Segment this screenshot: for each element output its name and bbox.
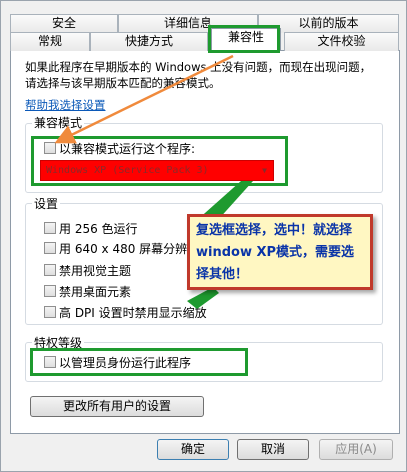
compat-mode-checkbox[interactable] (44, 142, 56, 154)
annotation-callout: 复选框选择，选中！就选择window XP模式，需要选择其他！ (187, 214, 373, 290)
tab-security[interactable]: 安全 (10, 14, 118, 33)
compat-mode-group (25, 123, 383, 193)
tab-compatibility[interactable]: 兼容性 (211, 28, 281, 51)
tab-security-label: 安全 (51, 16, 76, 30)
settings-title: 设置 (32, 195, 61, 212)
properties-dialog: 安全 详细信息 以前的版本 常规 快捷方式 兼容性 文件校验 如果此程序在早期版… (0, 0, 407, 472)
tab-file-checksum-label: 文件校验 (317, 34, 366, 48)
option-640-480-label: 用 640 x 480 屏幕分辨率 (59, 242, 200, 256)
intro-text: 如果此程序在早期版本的 Windows 上没有问题，而现在出现问题，请选择与该早… (25, 60, 372, 90)
option-desktop-composition-label: 禁用桌面元素 (59, 285, 132, 299)
privilege-title: 特权等级 (32, 334, 85, 351)
option-visual-themes-checkbox[interactable] (44, 264, 56, 276)
option-high-dpi-label: 高 DPI 设置时禁用显示缩放 (59, 306, 207, 320)
option-640-480-checkbox[interactable] (44, 242, 56, 254)
option-desktop-composition-checkbox[interactable] (44, 285, 56, 297)
option-256-color-label: 用 256 色运行 (59, 222, 138, 236)
tab-previous-versions-label: 以前的版本 (298, 16, 359, 30)
compat-os-select[interactable]: Windows XP (Service Pack 3) ▼ (40, 160, 274, 181)
tab-details-label: 详细信息 (163, 16, 212, 30)
tab-shortcut[interactable]: 快捷方式 (90, 32, 208, 51)
help-link[interactable]: 帮助我选择设置 (25, 97, 106, 113)
tab-general-label: 常规 (37, 34, 62, 48)
tab-general[interactable]: 常规 (10, 32, 90, 51)
run-as-admin-label: 以管理员身份运行此程序 (59, 356, 192, 370)
tab-file-checksum[interactable]: 文件校验 (284, 32, 399, 51)
chevron-down-icon: ▼ (262, 166, 267, 175)
option-256-color-checkbox[interactable] (44, 222, 56, 234)
option-high-dpi-checkbox[interactable] (44, 306, 56, 318)
compat-mode-title: 兼容模式 (32, 114, 85, 131)
option-visual-themes-label: 禁用视觉主题 (59, 264, 132, 278)
change-all-users-button[interactable]: 更改所有用户的设置 (30, 396, 204, 417)
tab-shortcut-label: 快捷方式 (124, 34, 173, 48)
compat-mode-label: 以兼容模式运行这个程序: (59, 142, 196, 156)
run-as-admin-checkbox[interactable] (44, 356, 56, 368)
cancel-button[interactable]: 取消 (237, 439, 309, 460)
ok-button[interactable]: 确定 (157, 439, 229, 460)
apply-button[interactable]: 应用(A) (319, 439, 393, 460)
tab-compatibility-label: 兼容性 (227, 30, 264, 44)
compat-os-value: Windows XP (Service Pack 3) (46, 165, 209, 176)
